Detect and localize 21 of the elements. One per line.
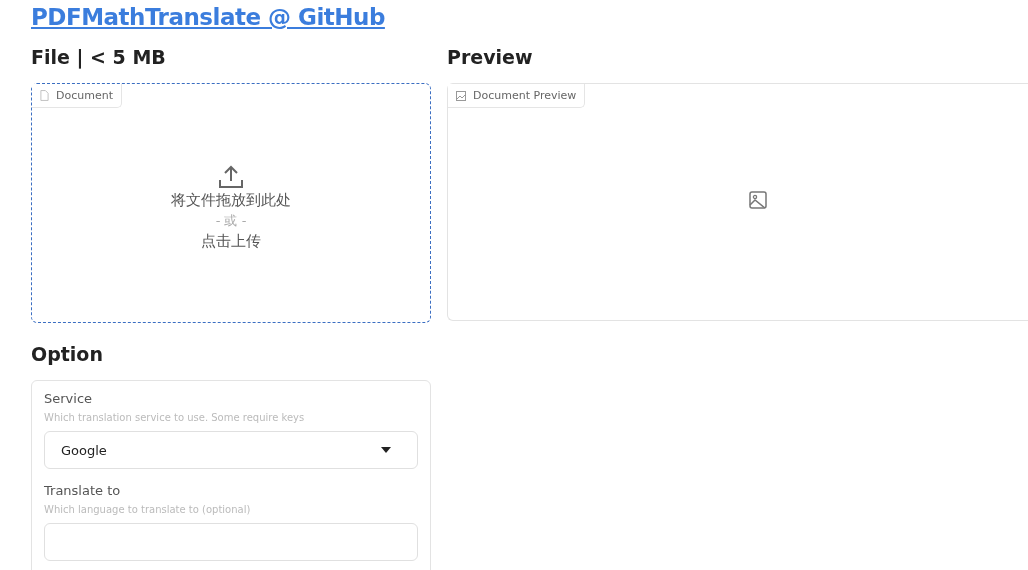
or-text: - 或 -	[215, 212, 247, 230]
dropdown-field[interactable]	[44, 523, 418, 561]
drop-text: 将文件拖放到此处	[171, 191, 291, 210]
caret-icon	[381, 447, 391, 453]
file-icon	[40, 90, 49, 101]
dropdown-field[interactable]: Google	[44, 431, 418, 469]
field-info: Which translation service to use. Some require keys	[44, 412, 306, 423]
section-heading: Preview	[447, 46, 534, 68]
image-icon	[748, 191, 767, 209]
upload-dropzone[interactable]: Document 将文件拖放到此处 - 或 - 点击上传	[31, 83, 431, 323]
click-upload-text: 点击上传	[201, 232, 261, 251]
title-link[interactable]: PDFMathTranslate @ GitHub	[31, 4, 385, 30]
field-label: Translate to	[44, 483, 122, 498]
label-text: Document Preview	[473, 89, 577, 102]
section-heading: Option	[31, 343, 104, 365]
field-label: Service	[44, 391, 94, 406]
label-text: Document	[56, 89, 113, 102]
section-heading: File | < 5 MB	[31, 46, 167, 68]
upload-icon	[218, 165, 244, 189]
field-info: Which language to translate to (optional)	[44, 504, 252, 515]
image-icon	[456, 90, 466, 101]
